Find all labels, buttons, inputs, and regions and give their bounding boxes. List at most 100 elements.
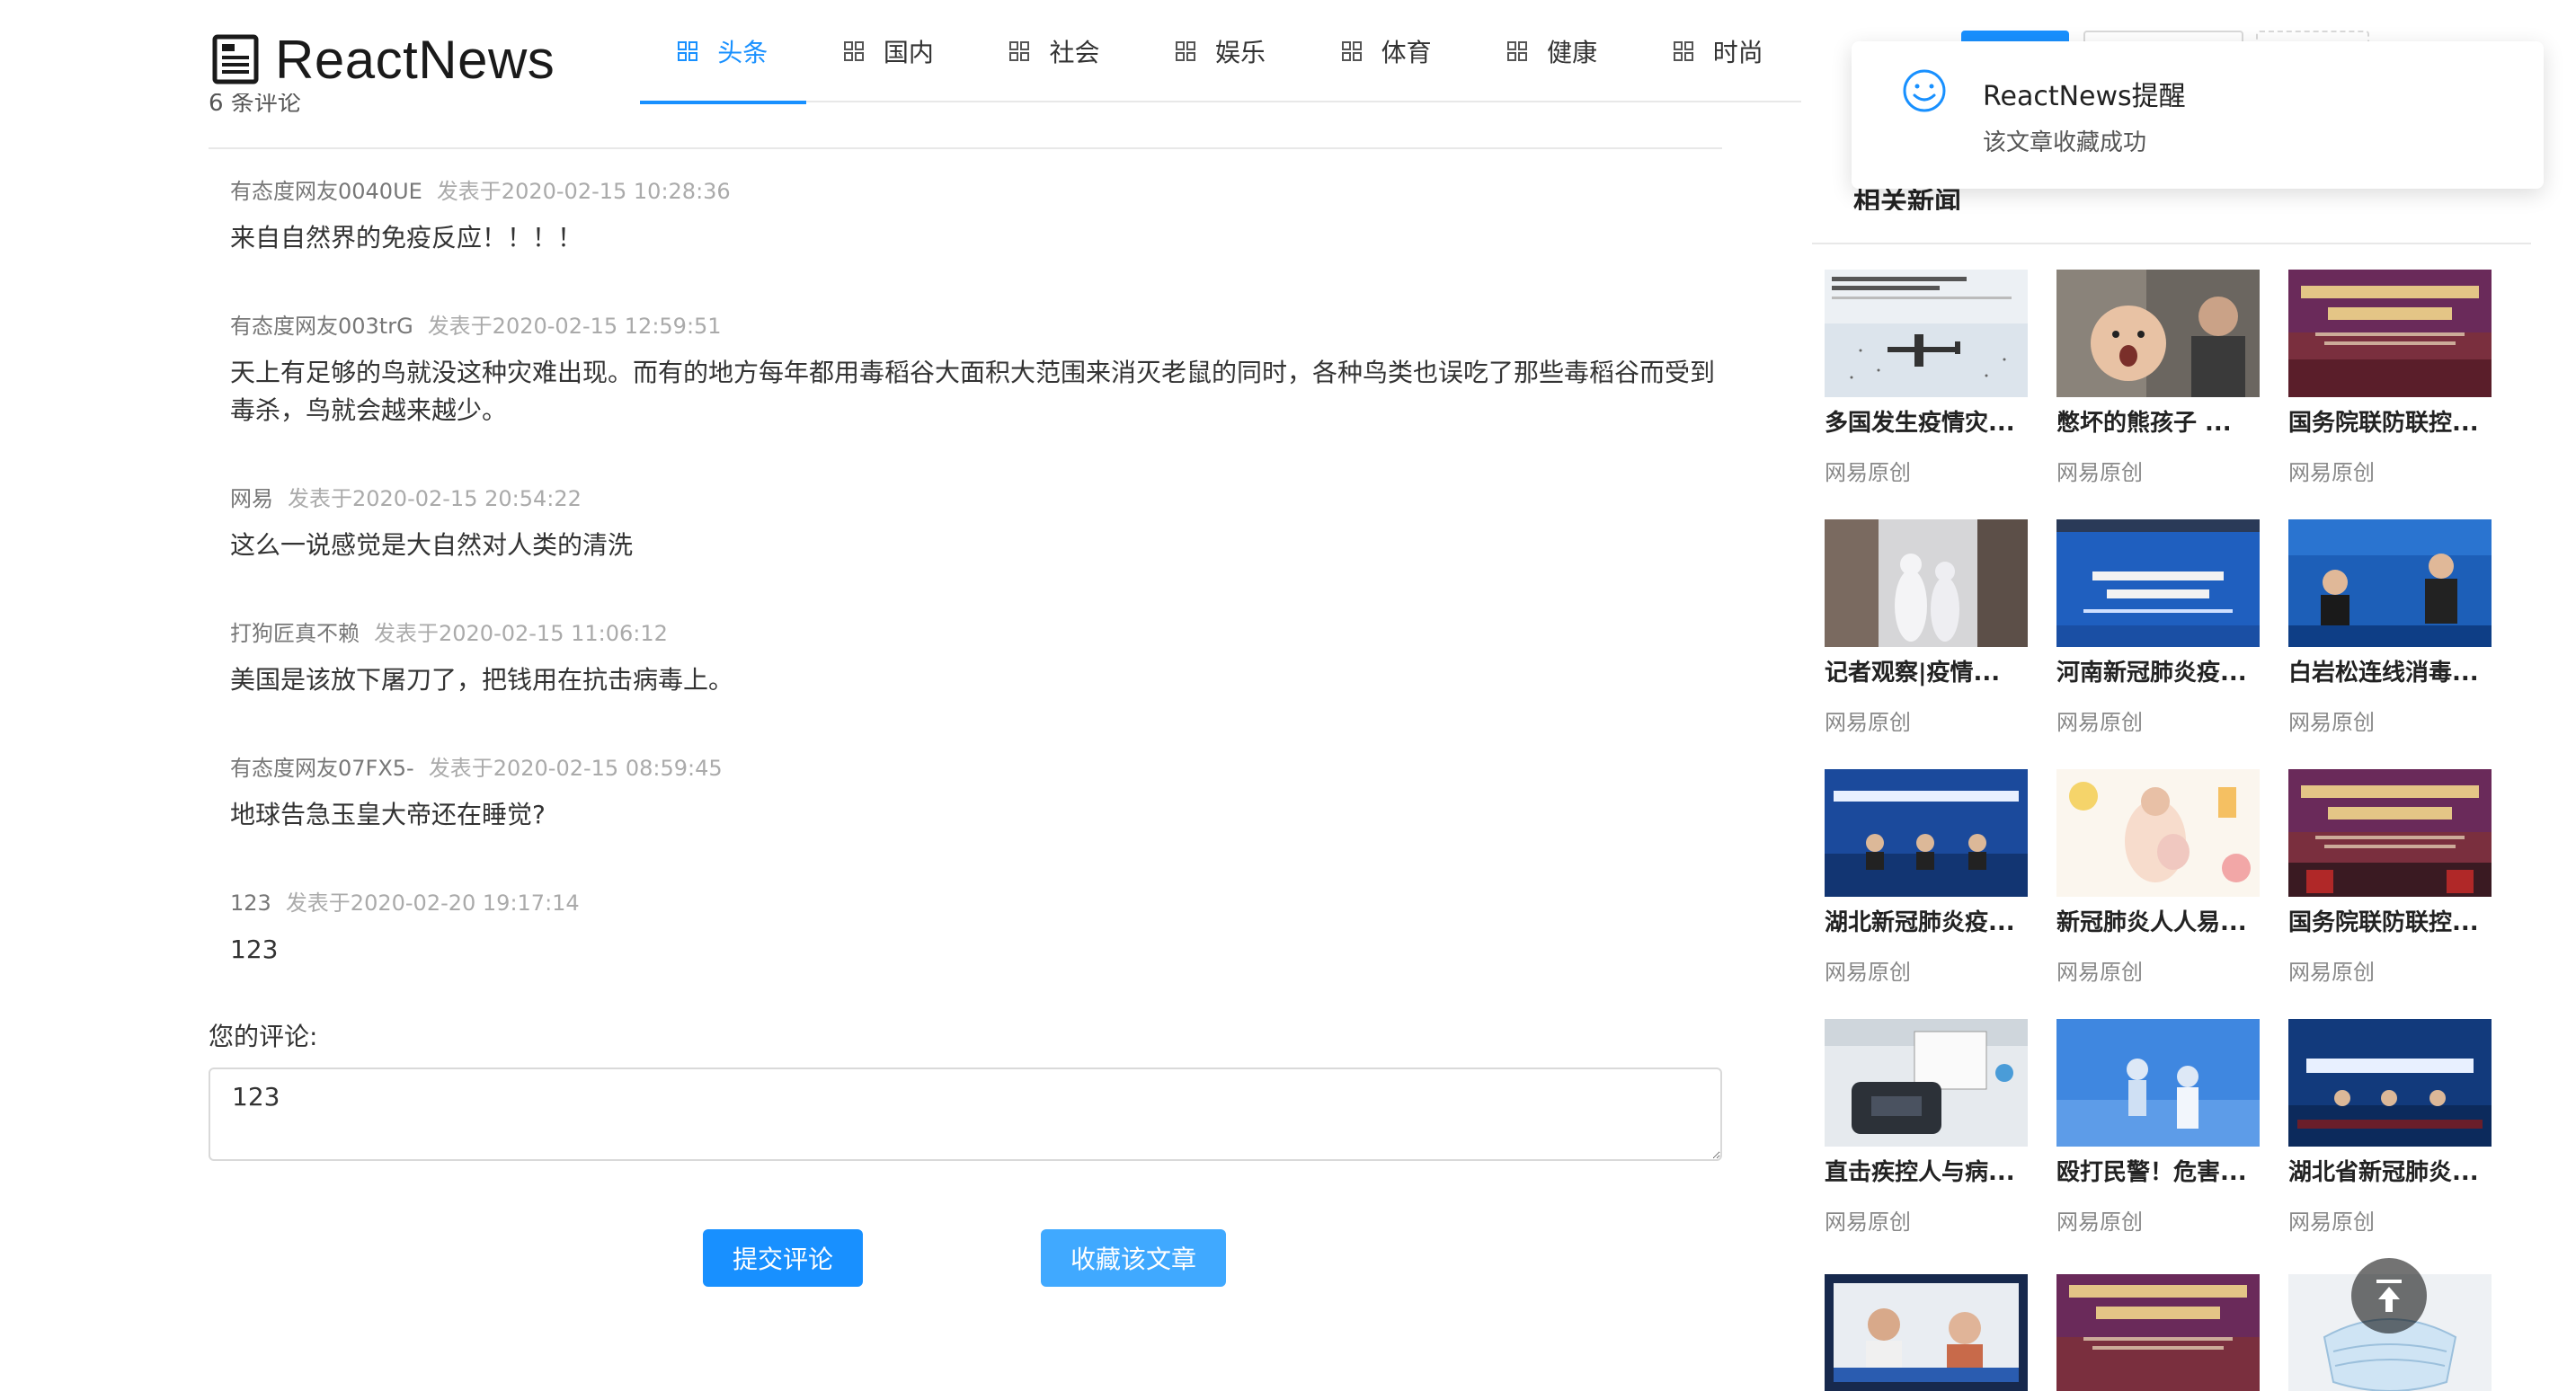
- news-thumbnail: [1825, 769, 2028, 897]
- favorite-article-button[interactable]: 收藏该文章: [1041, 1229, 1226, 1287]
- news-thumbnail: [1825, 270, 2028, 397]
- news-source: 网易原创: [2056, 710, 2143, 735]
- news-title: 憋坏的熊孩子 ...: [2056, 410, 2232, 437]
- app-logo[interactable]: ReactNews: [212, 30, 555, 90]
- comment-content: 来自自然界的免疫反应！！！！: [230, 223, 583, 253]
- related-news-card[interactable]: 憋坏的熊孩子 ... 网易原创: [2056, 270, 2260, 486]
- appstore-icon: [843, 41, 864, 61]
- appstore-icon: [1009, 41, 1030, 61]
- nav-tab-label: 体育: [1381, 38, 1432, 67]
- related-news-card[interactable]: [2056, 1274, 2260, 1391]
- comment-item: 有态度网友003trG 发表于2020-02-15 12:59:51 天上有足够的…: [230, 313, 1722, 430]
- nav-tab-label: 头条: [717, 38, 768, 67]
- news-title: 殴打民警！危害...: [2056, 1159, 2247, 1186]
- smile-icon: [1903, 69, 1946, 112]
- notification-title: ReactNews提醒: [1983, 81, 2186, 112]
- nav-tab-sports[interactable]: 体育: [1303, 0, 1470, 102]
- comment-content: 天上有足够的鸟就没这种灾难出现。而有的地方每年都用毒稻谷大面积大范围来消灭老鼠的…: [230, 358, 1716, 425]
- related-news-card[interactable]: 多国发生疫情灾... 网易原创: [1825, 270, 2028, 486]
- news-source: 网易原创: [2288, 960, 2375, 985]
- news-source: 网易原创: [2288, 1209, 2375, 1235]
- nav-tab-headlines[interactable]: 头条: [640, 0, 806, 104]
- news-title: 国务院联防联控...: [2288, 909, 2479, 936]
- comment-time: 发表于2020-02-15 20:54:22: [288, 486, 582, 511]
- comment-user: 有态度网友003trG: [230, 314, 413, 339]
- comment-item: 123 发表于2020-02-20 19:17:14 123: [230, 890, 1722, 969]
- related-news-card[interactable]: 新冠肺炎人人易... 网易原创: [2056, 769, 2260, 986]
- news-thumbnail: [1825, 519, 2028, 647]
- comment-content: 地球告急玉皇大帝还在睡觉?: [230, 800, 546, 829]
- nav-tab-health[interactable]: 健康: [1470, 0, 1636, 102]
- comment-item: 打狗匠真不赖 发表于2020-02-15 11:06:12 美国是该放下屠刀了，把…: [230, 620, 1722, 699]
- nav-tab-label: 娱乐: [1215, 38, 1266, 67]
- news-thumbnail: [2288, 1019, 2492, 1147]
- news-title: 记者观察|疫情...: [1825, 660, 2001, 687]
- news-thumbnail: [2056, 769, 2260, 897]
- related-news-card[interactable]: 国务院联防联控... 网易原创: [2288, 769, 2492, 986]
- news-source: 网易原创: [2288, 710, 2375, 735]
- related-news-card[interactable]: 殴打民警！危害... 网易原创: [2056, 1019, 2260, 1236]
- news-thumbnail: [2056, 519, 2260, 647]
- related-news-card[interactable]: 河南新冠肺炎疫... 网易原创: [2056, 519, 2260, 736]
- news-thumbnail: [2288, 519, 2492, 647]
- comment-item: 网易 发表于2020-02-15 20:54:22 这么一说感觉是大自然对人类的清…: [230, 485, 1722, 564]
- nav-tab-entertainment[interactable]: 娱乐: [1138, 0, 1304, 102]
- back-to-top-button[interactable]: [2351, 1258, 2427, 1333]
- notification-description: 该文章收藏成功: [1983, 129, 2147, 156]
- related-news-card[interactable]: 湖北新冠肺炎疫... 网易原创: [1825, 769, 2028, 986]
- appstore-icon: [1673, 41, 1693, 61]
- news-title: 河南新冠肺炎疫...: [2056, 660, 2247, 687]
- news-source: 网易原创: [2056, 960, 2143, 985]
- nav-tab-fashion[interactable]: 时尚: [1635, 0, 1801, 102]
- nav-tab-domestic[interactable]: 国内: [806, 0, 973, 102]
- comment-time: 发表于2020-02-15 11:06:12: [374, 621, 668, 646]
- news-source: 网易原创: [1825, 1209, 1911, 1235]
- related-news-card[interactable]: 直击疾控人与病... 网易原创: [1825, 1019, 2028, 1236]
- notification-toast: ReactNews提醒 该文章收藏成功: [1852, 41, 2544, 189]
- related-news-card[interactable]: [1825, 1274, 2028, 1391]
- related-divider: [1812, 243, 2531, 244]
- related-news-card[interactable]: 白岩松连线消毒... 网易原创: [2288, 519, 2492, 736]
- comment-form-label: 您的评论:: [209, 1022, 318, 1051]
- news-thumbnail: [1825, 1274, 2028, 1391]
- comment-content: 美国是该放下屠刀了，把钱用在抗击病毒上。: [230, 665, 734, 695]
- related-news-card[interactable]: 国务院联防联控... 网易原创: [2288, 270, 2492, 486]
- comment-time: 发表于2020-02-20 19:17:14: [285, 890, 580, 916]
- comment-textarea[interactable]: 123: [209, 1068, 1722, 1161]
- comment-item: 有态度网友07FX5- 发表于2020-02-15 08:59:45 地球告急玉皇…: [230, 755, 1722, 834]
- comment-content: 123: [230, 935, 279, 964]
- news-thumbnail: [2288, 270, 2492, 397]
- news-title: 直击疾控人与病...: [1825, 1159, 2015, 1186]
- arrow-up-icon: [2376, 1280, 2402, 1312]
- related-news-card[interactable]: 湖北省新冠肺炎... 网易原创: [2288, 1019, 2492, 1236]
- news-source: 网易原创: [2288, 460, 2375, 485]
- nav-tab-label: 社会: [1049, 38, 1100, 67]
- comment-time: 发表于2020-02-15 08:59:45: [428, 756, 723, 781]
- comment-user: 有态度网友07FX5-: [230, 756, 414, 781]
- news-title: 白岩松连线消毒...: [2288, 660, 2479, 687]
- news-source: 网易原创: [2056, 460, 2143, 485]
- comment-user: 网易: [230, 486, 273, 511]
- news-thumbnail: [1825, 1019, 2028, 1147]
- submit-comment-button[interactable]: 提交评论: [703, 1229, 863, 1287]
- comments-count: 6 条评论: [209, 93, 301, 117]
- comment-user: 有态度网友0040UE: [230, 179, 422, 204]
- nav-tab-label: 国内: [883, 38, 934, 67]
- nav-tab-society[interactable]: 社会: [972, 0, 1138, 102]
- comment-user: 123: [230, 890, 271, 916]
- news-title: 湖北新冠肺炎疫...: [1825, 909, 2015, 936]
- news-source: 网易原创: [1825, 710, 1911, 735]
- news-thumbnail: [2288, 769, 2492, 897]
- comments-divider: [209, 147, 1722, 149]
- nav-tab-label: 健康: [1547, 38, 1598, 67]
- appstore-icon: [678, 41, 698, 61]
- news-source: 网易原创: [1825, 460, 1911, 485]
- top-nav: 头条 国内 社会 娱乐 体育 健康 时尚: [640, 0, 1801, 104]
- news-source: 网易原创: [2056, 1209, 2143, 1235]
- news-source: 网易原创: [1825, 960, 1911, 985]
- appstore-icon: [1176, 41, 1196, 61]
- appstore-icon: [1341, 41, 1362, 61]
- appstore-icon: [1507, 41, 1528, 61]
- related-news-card[interactable]: 记者观察|疫情... 网易原创: [1825, 519, 2028, 736]
- news-thumbnail: [2056, 1019, 2260, 1147]
